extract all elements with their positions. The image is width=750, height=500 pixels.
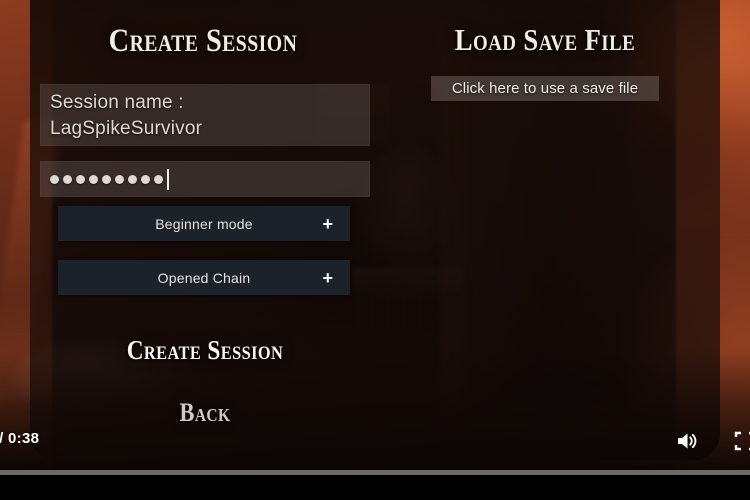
page-bottom-bar: [0, 475, 750, 500]
playback-time-display: 0 / 0:38: [0, 430, 40, 447]
video-player-frame[interactable]: Create Session Load Save File Session na…: [0, 0, 750, 470]
screenshot-root: Create Session Load Save File Session na…: [0, 0, 750, 500]
volume-button[interactable]: [672, 427, 702, 455]
fullscreen-button[interactable]: [730, 428, 750, 454]
fullscreen-icon: [734, 431, 750, 451]
video-controls: 0 / 0:38: [0, 0, 750, 470]
volume-on-icon: [678, 433, 697, 449]
